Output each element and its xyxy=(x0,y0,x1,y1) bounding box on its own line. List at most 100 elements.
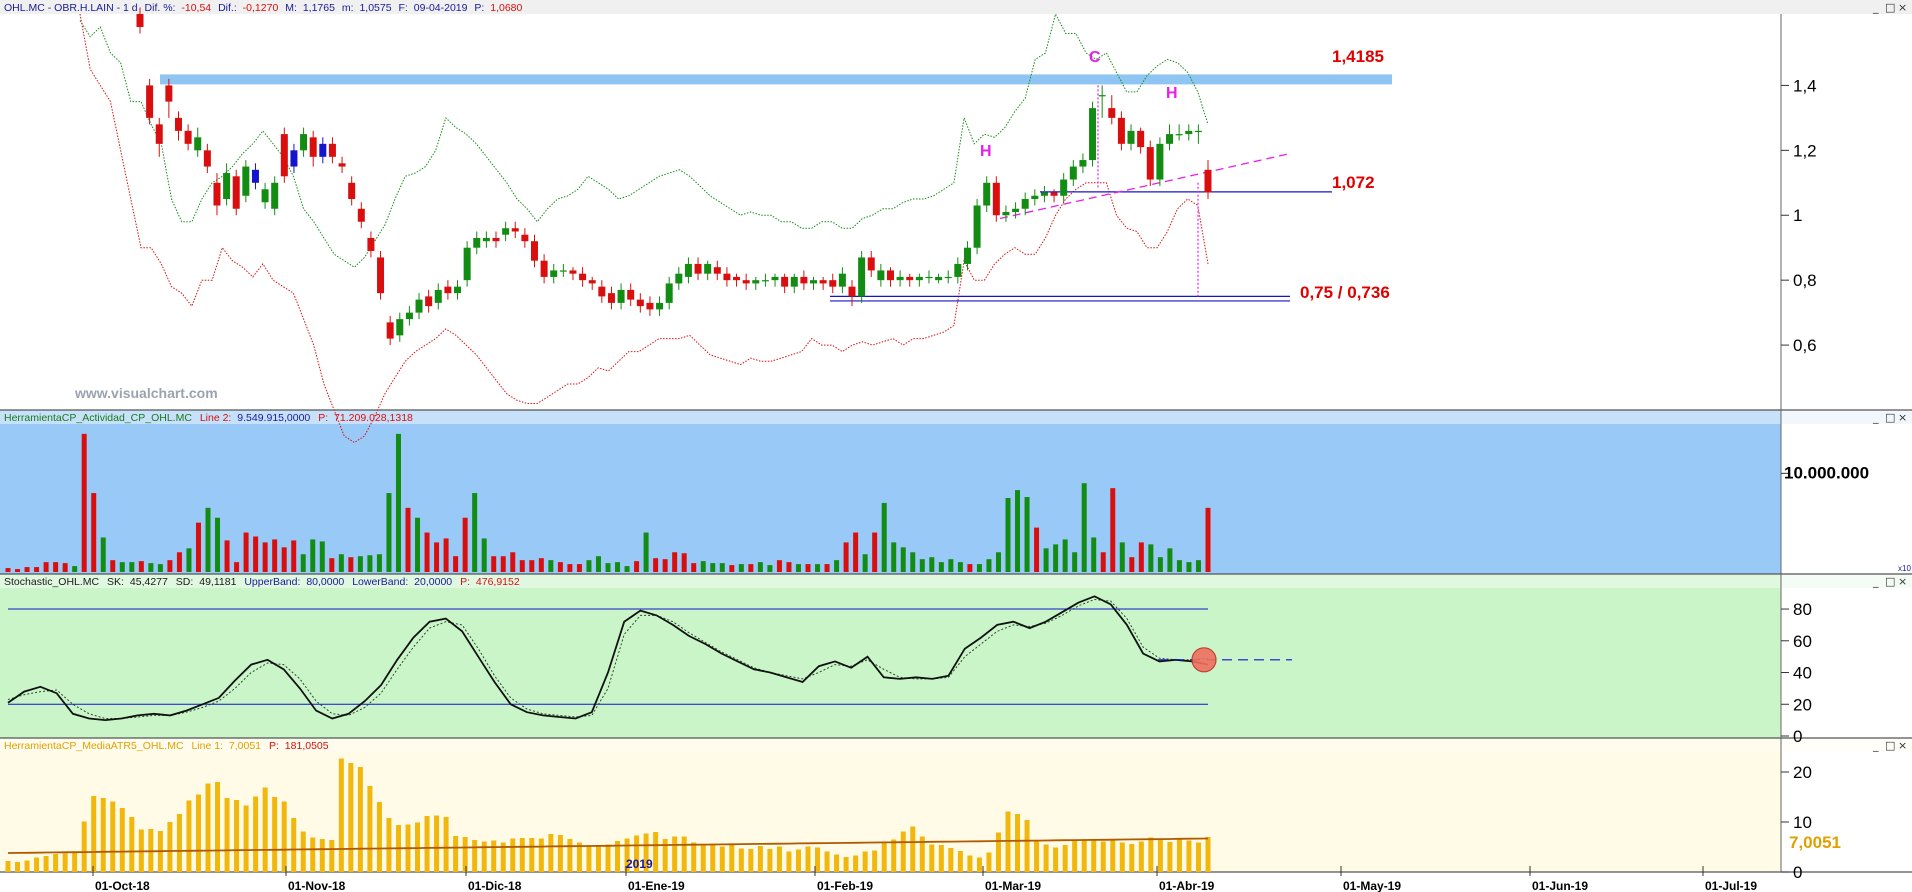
volume-bar xyxy=(5,568,11,572)
candle-body xyxy=(521,234,529,242)
maximize-icon[interactable]: □ xyxy=(1885,1,1895,14)
close-icon[interactable]: × xyxy=(1898,1,1907,14)
candle-body xyxy=(598,286,606,297)
candle-body xyxy=(896,276,904,281)
minimize-icon[interactable]: _ xyxy=(1872,411,1879,424)
dif-pct-label: Dif. %: xyxy=(145,2,176,14)
close-icon[interactable]: × xyxy=(1898,739,1907,752)
volume-bar xyxy=(472,493,478,572)
volume-bar xyxy=(100,537,106,572)
volume-bar xyxy=(1195,560,1201,572)
atr-bar xyxy=(976,857,982,872)
volume-tick-label: 10.000.000 xyxy=(1784,463,1869,482)
volume-bar xyxy=(853,532,859,572)
stoch-header: Stochastic_OHL.MC SK: 45,4277 SD: 49,118… xyxy=(4,576,520,588)
volume-bar xyxy=(929,557,935,572)
atr-bar xyxy=(1062,845,1068,872)
volume-bar xyxy=(234,562,240,572)
volume-bar xyxy=(919,559,925,572)
volume-bar xyxy=(700,561,706,572)
candle-body xyxy=(1204,169,1212,193)
atr-bar xyxy=(1034,840,1040,872)
atr-bar xyxy=(329,840,335,872)
atr-bar xyxy=(786,851,792,872)
volume-bar xyxy=(957,562,963,572)
price-panel-bg xyxy=(0,0,1912,410)
candle-body xyxy=(232,176,240,209)
volume-bar xyxy=(624,566,630,572)
stoch-p-value: 476,9152 xyxy=(476,576,520,588)
candle-body xyxy=(146,85,154,118)
candle-body xyxy=(963,247,971,264)
date-tick-label: 01-May-19 xyxy=(1343,879,1401,892)
atr-bar xyxy=(110,801,116,872)
stoch-upper-label: UpperBand: xyxy=(244,576,300,588)
atr-bar xyxy=(1110,839,1116,872)
atr-bar xyxy=(1205,837,1211,872)
volume-bar xyxy=(510,552,516,572)
candle-body xyxy=(684,263,692,277)
stoch-tick-label: 80 xyxy=(1793,600,1812,619)
volume-bar xyxy=(319,541,325,572)
volume-bar xyxy=(186,548,192,572)
atr-bar xyxy=(195,794,201,872)
atr-tick-label: 20 xyxy=(1793,763,1812,782)
neckline-label: 1,072 xyxy=(1332,173,1375,192)
atr-bar xyxy=(1015,814,1021,872)
candle-body xyxy=(983,182,991,206)
atr-bar xyxy=(748,849,754,872)
volume-bar xyxy=(1034,527,1040,572)
atr-bar xyxy=(710,845,716,872)
atr-bar xyxy=(1186,840,1192,872)
volume-bar xyxy=(405,507,411,572)
volume-bar xyxy=(1148,544,1154,572)
minimize-icon[interactable]: _ xyxy=(1872,575,1879,588)
candle-body xyxy=(530,241,538,261)
atr-bar xyxy=(1167,842,1173,872)
maximize-icon[interactable]: □ xyxy=(1885,575,1895,588)
date-tick-label: 01-Jun-19 xyxy=(1532,879,1588,892)
chart-canvas: 1,4 1,2 1 0,8 0,6 10.000.000 80 60 40 20 0 20 10 0 01-… xyxy=(0,0,1912,892)
volume-bar xyxy=(443,538,449,572)
stoch-tick-label: 20 xyxy=(1793,695,1812,714)
minimize-icon[interactable]: _ xyxy=(1872,739,1879,752)
candle-body xyxy=(829,280,837,287)
minimize-icon[interactable]: _ xyxy=(1872,1,1879,14)
date-tick-label: 01-Abr-19 xyxy=(1159,879,1215,892)
stoch-sd-value: 49,1181 xyxy=(199,576,236,588)
volume-bar xyxy=(862,554,868,572)
volume-bar xyxy=(395,433,401,572)
price-header: OHL.MC - OBR.H.LAIN - 1 d Dif. %: -10,54… xyxy=(4,2,523,14)
candle-body xyxy=(1050,192,1058,196)
volume-bar xyxy=(967,564,973,572)
candle-body xyxy=(733,276,741,281)
volume-bar xyxy=(176,552,182,572)
candle-body xyxy=(1031,195,1039,200)
volume-bar xyxy=(62,563,68,572)
atr-bar xyxy=(43,856,49,872)
candle-body xyxy=(752,280,760,284)
atr-bar xyxy=(472,840,478,872)
candle-body xyxy=(242,166,250,196)
atr-line-label: Line 1: xyxy=(191,740,223,752)
candle-body xyxy=(915,276,923,281)
candle-body xyxy=(203,150,211,167)
atr-bar xyxy=(1072,840,1078,872)
candle-body xyxy=(790,276,798,287)
maximize-icon[interactable]: □ xyxy=(1885,739,1895,752)
volume-bar xyxy=(272,539,278,572)
close-icon[interactable]: × xyxy=(1898,575,1907,588)
candle-body xyxy=(607,293,615,303)
close-icon[interactable]: × xyxy=(1898,411,1907,424)
candle-body xyxy=(848,286,856,297)
candle-body xyxy=(367,237,375,251)
price-tick-label: 1,2 xyxy=(1793,141,1817,160)
candle-body xyxy=(550,270,558,277)
atr-bar xyxy=(176,814,182,872)
candle-body xyxy=(935,276,943,281)
atr-bar xyxy=(738,848,744,872)
maximize-icon[interactable]: □ xyxy=(1885,411,1895,424)
candle-body xyxy=(223,173,231,200)
candle-body xyxy=(992,182,1000,216)
volume-bar xyxy=(243,532,249,572)
